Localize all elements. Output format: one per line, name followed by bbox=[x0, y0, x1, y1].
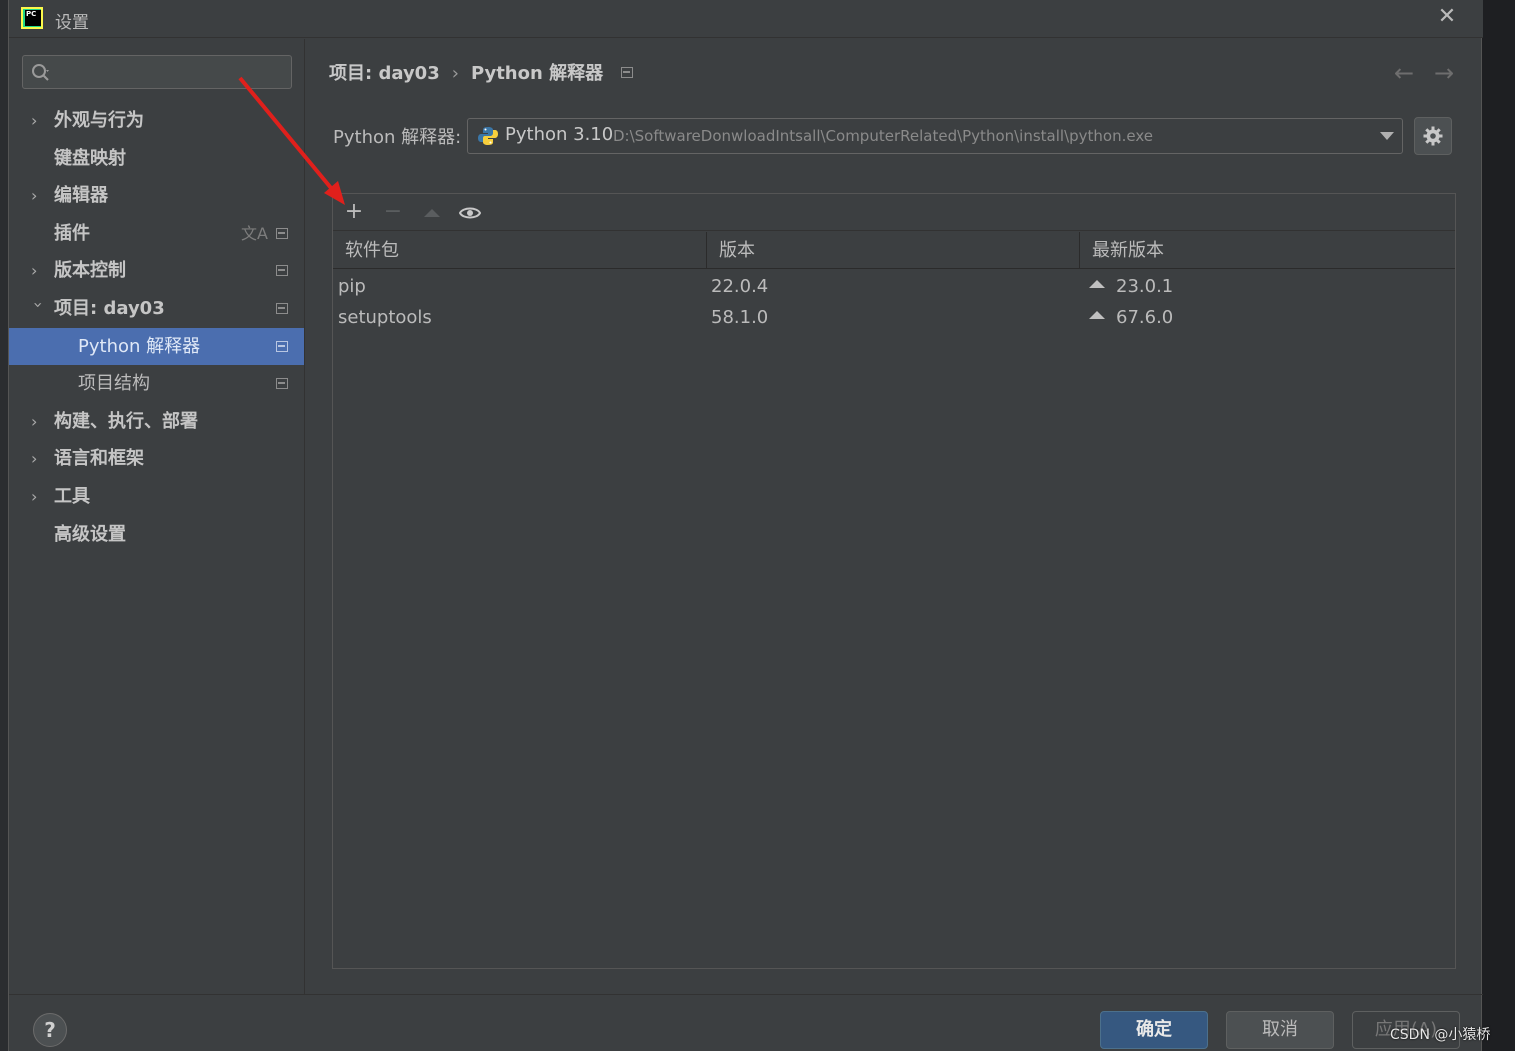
chevron-down-icon[interactable]: › bbox=[19, 302, 57, 316]
project-scope-icon bbox=[621, 66, 634, 78]
interpreter-name: Python 3.10 bbox=[505, 124, 614, 145]
chevron-right-icon[interactable]: › bbox=[31, 440, 45, 478]
sidebar-divider bbox=[304, 39, 305, 994]
sidebar-item-advanced-settings[interactable]: 高级设置 bbox=[9, 516, 304, 554]
package-latest-version: 23.0.1 bbox=[1116, 276, 1174, 297]
interpreter-settings-button[interactable] bbox=[1414, 117, 1452, 155]
packages-toolbar: + − bbox=[333, 194, 1455, 231]
gear-icon bbox=[1423, 126, 1443, 146]
ok-button[interactable]: 确定 bbox=[1100, 1011, 1208, 1049]
chevron-right-icon[interactable]: › bbox=[31, 177, 45, 215]
package-version: 22.0.4 bbox=[711, 276, 769, 297]
sidebar-item-label: 编辑器 bbox=[54, 185, 108, 207]
sidebar-item-label: 项目结构 bbox=[78, 373, 150, 395]
sidebar-item-keymap[interactable]: 键盘映射 bbox=[9, 140, 304, 178]
column-header-version[interactable]: 版本 bbox=[707, 232, 1080, 269]
sidebar-item-label: 语言和框架 bbox=[54, 448, 144, 470]
sidebar-item-plugins[interactable]: 插件 文A bbox=[9, 215, 304, 253]
sidebar-item-project-structure[interactable]: 项目结构 bbox=[9, 365, 304, 403]
interpreter-label: Python 解释器: bbox=[333, 127, 462, 148]
forward-arrow-icon[interactable]: → bbox=[1429, 58, 1459, 88]
sidebar-item-python-interpreter[interactable]: Python 解释器 bbox=[9, 327, 304, 366]
eye-icon bbox=[458, 207, 482, 219]
sidebar-item-label: 高级设置 bbox=[54, 523, 126, 545]
package-name: setuptools bbox=[338, 307, 432, 328]
sidebar-item-label: 工具 bbox=[54, 485, 90, 507]
chevron-right-icon[interactable]: › bbox=[31, 102, 45, 140]
project-scope-icon bbox=[276, 302, 288, 314]
window-title: 设置 bbox=[55, 13, 89, 33]
background-left bbox=[0, 0, 8, 1051]
remove-package-button[interactable]: − bbox=[381, 201, 405, 225]
upgrade-available-icon bbox=[1089, 280, 1105, 288]
dropdown-arrow-icon[interactable] bbox=[1380, 132, 1394, 140]
watermark: CSDN @小猿桥 bbox=[1390, 1027, 1491, 1043]
help-button[interactable]: ? bbox=[33, 1013, 67, 1047]
project-scope-icon bbox=[276, 378, 288, 390]
translate-icon: 文A bbox=[241, 223, 268, 243]
breadcrumb-parent[interactable]: 项目: day03 bbox=[329, 63, 440, 84]
sidebar-item-build-execution-deployment[interactable]: › 构建、执行、部署 bbox=[9, 403, 304, 441]
sidebar-item-label: 项目: day03 bbox=[54, 297, 165, 319]
background-right bbox=[1482, 0, 1515, 1051]
breadcrumb-current: Python 解释器 bbox=[470, 63, 604, 84]
packages-table: 软件包 版本 最新版本 pip 22.0.4 23.0.1 setuptools… bbox=[333, 232, 1455, 333]
sidebar-item-label: 外观与行为 bbox=[54, 110, 144, 131]
triangle-up-icon bbox=[424, 209, 440, 217]
package-version: 58.1.0 bbox=[711, 307, 769, 328]
package-latest: 23.0.1 bbox=[1089, 271, 1173, 302]
package-name: pip bbox=[338, 276, 366, 297]
upgrade-package-button[interactable] bbox=[420, 201, 444, 225]
column-header-latest-version[interactable]: 最新版本 bbox=[1080, 232, 1455, 269]
upgrade-available-icon bbox=[1089, 311, 1105, 319]
sidebar-item-editor[interactable]: › 编辑器 bbox=[9, 177, 304, 215]
table-header: 软件包 版本 最新版本 bbox=[333, 232, 1455, 269]
python-logo-icon bbox=[478, 127, 498, 145]
project-scope-icon bbox=[276, 340, 288, 352]
packages-panel: + − 软件包 版本 最新版本 pip 22.0.4 23.0.1 setupt… bbox=[332, 193, 1456, 969]
sidebar-item-version-control[interactable]: › 版本控制 bbox=[9, 252, 304, 290]
sidebar-item-appearance[interactable]: › 外观与行为 bbox=[9, 102, 304, 140]
sidebar-item-languages-frameworks[interactable]: › 语言和框架 bbox=[9, 440, 304, 478]
sidebar-item-project[interactable]: › 项目: day03 bbox=[9, 290, 304, 328]
chevron-right-icon[interactable]: › bbox=[31, 478, 45, 516]
package-latest: 67.6.0 bbox=[1089, 302, 1173, 333]
project-scope-icon bbox=[276, 227, 288, 239]
chevron-right-icon[interactable]: › bbox=[31, 403, 45, 441]
back-arrow-icon[interactable]: ← bbox=[1389, 58, 1419, 88]
settings-sidebar: › 外观与行为 键盘映射 › 编辑器 插件 文A › 版本控制 › 项目: da… bbox=[9, 39, 304, 994]
breadcrumb: 项目: day03 › Python 解释器 bbox=[329, 60, 634, 88]
interpreter-path: D:\SoftwareDonwloadIntsall\ComputerRelat… bbox=[613, 127, 1153, 145]
search-icon bbox=[32, 64, 49, 81]
breadcrumb-separator: › bbox=[451, 63, 459, 84]
chevron-right-icon[interactable]: › bbox=[31, 252, 45, 290]
package-latest-version: 67.6.0 bbox=[1116, 307, 1174, 328]
settings-dialog: PC 设置 ✕ › 外观与行为 键盘映射 › 编辑器 插件 文A › 版本控制 … bbox=[8, 0, 1483, 1051]
footer-divider bbox=[9, 994, 1483, 995]
table-row[interactable]: setuptools 58.1.0 67.6.0 bbox=[333, 302, 1455, 333]
project-scope-icon bbox=[276, 265, 288, 277]
column-header-package[interactable]: 软件包 bbox=[333, 232, 707, 269]
show-early-releases-button[interactable] bbox=[458, 201, 482, 225]
interpreter-select[interactable]: Python 3.10 D:\SoftwareDonwloadIntsall\C… bbox=[467, 118, 1403, 154]
sidebar-item-label: 键盘映射 bbox=[54, 147, 126, 169]
table-row[interactable]: pip 22.0.4 23.0.1 bbox=[333, 271, 1455, 302]
sidebar-item-label: 构建、执行、部署 bbox=[54, 410, 198, 432]
sidebar-item-label: Python 解释器 bbox=[78, 335, 201, 357]
sidebar-item-label: 插件 bbox=[54, 222, 90, 244]
pycharm-logo-icon: PC bbox=[21, 7, 43, 29]
title-bar: PC 设置 ✕ bbox=[9, 0, 1483, 38]
settings-tree: › 外观与行为 键盘映射 › 编辑器 插件 文A › 版本控制 › 项目: da… bbox=[9, 102, 304, 553]
add-package-button[interactable]: + bbox=[342, 201, 366, 225]
search-input[interactable] bbox=[22, 55, 292, 89]
sidebar-item-label: 版本控制 bbox=[54, 260, 126, 282]
close-icon[interactable]: ✕ bbox=[1434, 4, 1460, 30]
cancel-button[interactable]: 取消 bbox=[1226, 1011, 1334, 1049]
sidebar-item-tools[interactable]: › 工具 bbox=[9, 478, 304, 516]
